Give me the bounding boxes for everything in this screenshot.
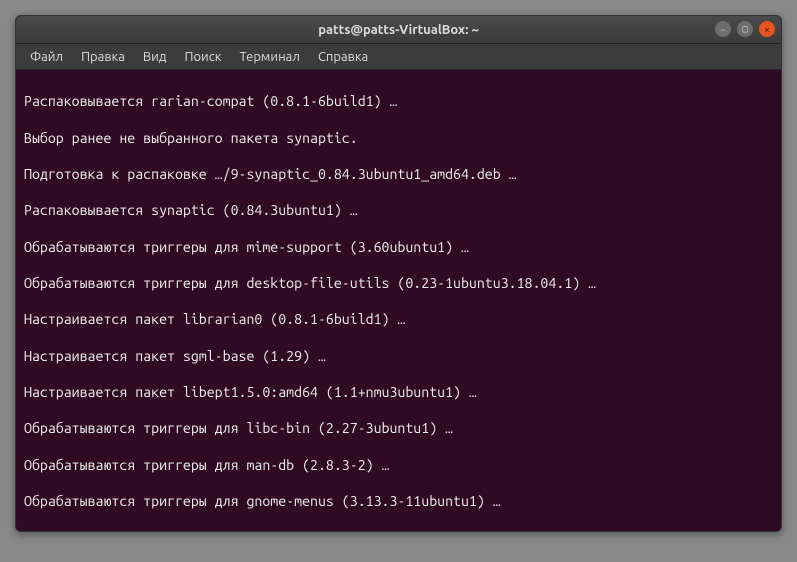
output-line: Выбор ранее не выбранного пакета synapti…	[24, 129, 773, 147]
output-line: Распаковывается rarian-compat (0.8.1-6bu…	[24, 92, 773, 110]
output-line: Обрабатываются триггеры для gnome-menus …	[24, 492, 773, 510]
window-title: patts@patts-VirtualBox: ~	[318, 23, 479, 37]
menubar: Файл Правка Вид Поиск Терминал Справка	[16, 44, 781, 70]
output-line: Подготовка к распаковке …/9-synaptic_0.8…	[24, 165, 773, 183]
close-icon: ×	[764, 24, 770, 35]
output-line: Распаковывается synaptic (0.84.3ubuntu1)…	[24, 201, 773, 219]
menu-help[interactable]: Справка	[310, 47, 376, 67]
output-line: Обрабатываются триггеры для libc-bin (2.…	[24, 419, 773, 437]
terminal-window: patts@patts-VirtualBox: ~ − ▢ × Файл Пра…	[15, 15, 782, 532]
output-line: Настраивается пакет librarian0 (0.8.1-6b…	[24, 310, 773, 328]
minimize-icon: −	[720, 24, 726, 35]
menu-view[interactable]: Вид	[135, 47, 175, 67]
menu-terminal[interactable]: Терминал	[231, 47, 307, 67]
close-button[interactable]: ×	[759, 21, 775, 37]
window-controls: − ▢ ×	[715, 21, 775, 37]
output-line: Настраивается пакет xml-core (0.18) …	[24, 528, 773, 531]
maximize-icon: ▢	[742, 23, 748, 35]
titlebar[interactable]: patts@patts-VirtualBox: ~ − ▢ ×	[16, 16, 781, 44]
output-line: Обрабатываются триггеры для man-db (2.8.…	[24, 456, 773, 474]
output-line: Обрабатываются триггеры для desktop-file…	[24, 274, 773, 292]
menu-search[interactable]: Поиск	[176, 47, 229, 67]
menu-edit[interactable]: Правка	[73, 47, 133, 67]
output-line: Настраивается пакет libept1.5.0:amd64 (1…	[24, 383, 773, 401]
output-line: Обрабатываются триггеры для mime-support…	[24, 238, 773, 256]
menu-file[interactable]: Файл	[22, 47, 71, 67]
terminal-output[interactable]: Распаковывается rarian-compat (0.8.1-6bu…	[16, 70, 781, 531]
minimize-button[interactable]: −	[715, 21, 731, 37]
output-line: Настраивается пакет sgml-base (1.29) …	[24, 347, 773, 365]
maximize-button[interactable]: ▢	[737, 21, 753, 37]
